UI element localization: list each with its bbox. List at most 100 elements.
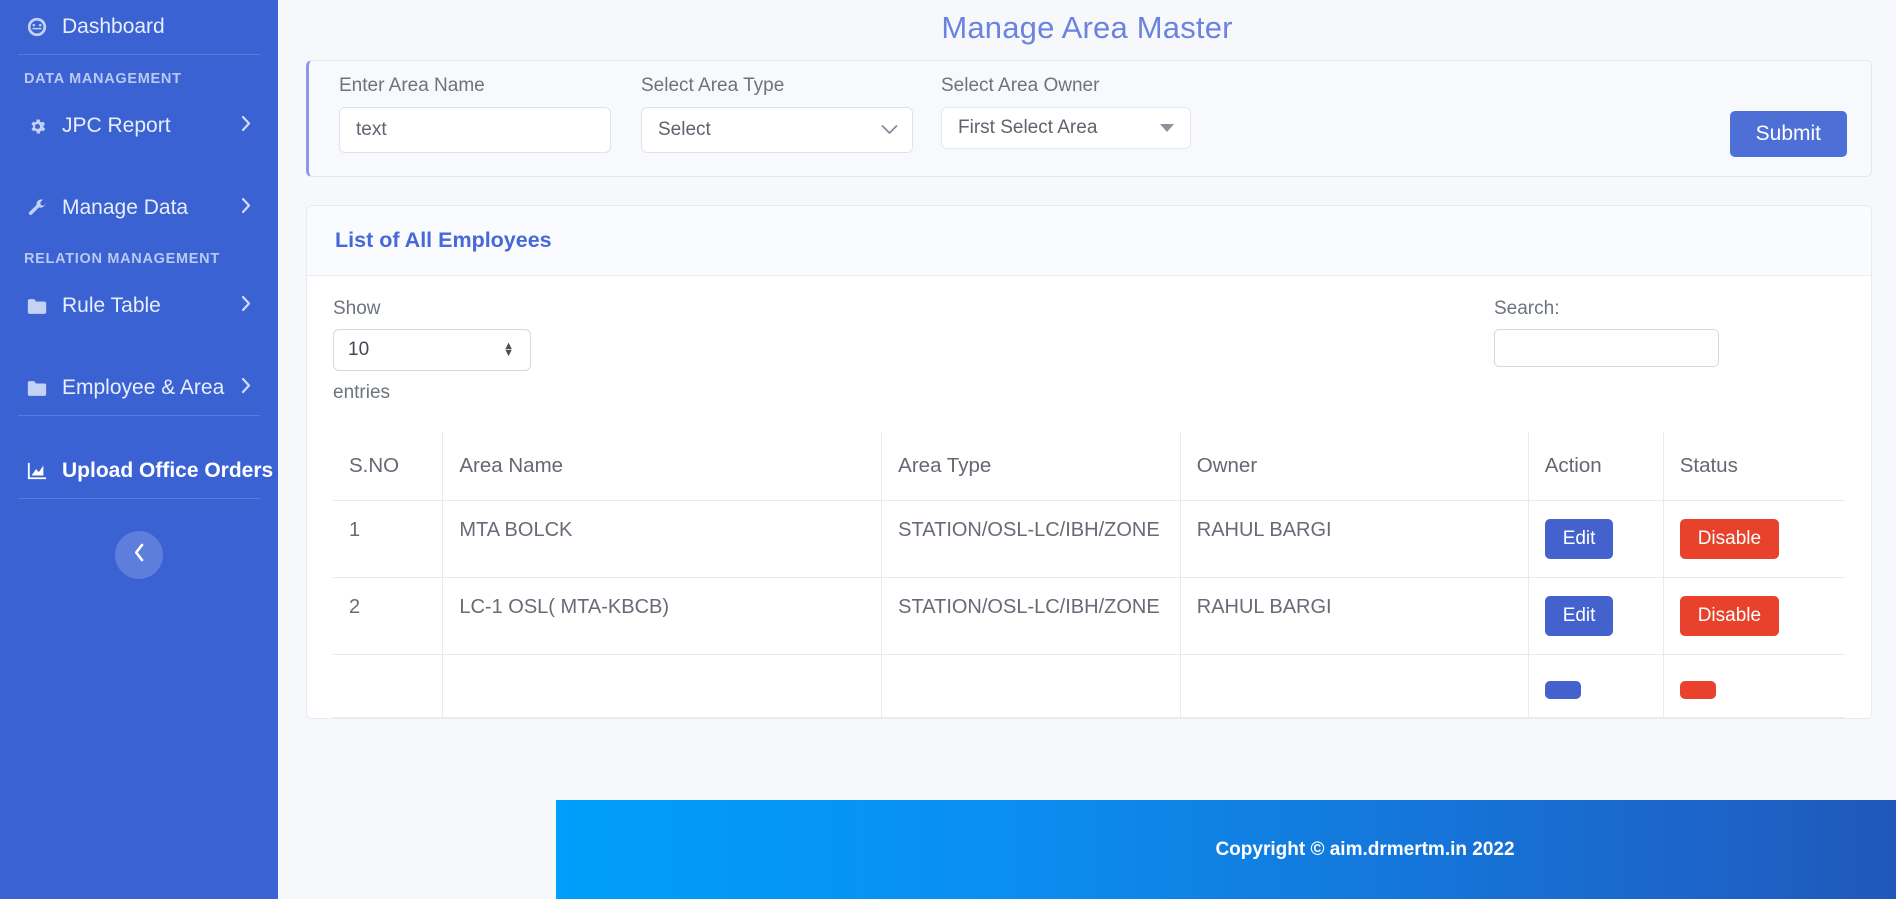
chevron-right-icon (241, 294, 252, 318)
sidebar-collapse-wrap (0, 499, 278, 579)
cell-owner: RAHUL BARGI (1180, 578, 1528, 655)
cell-area-name: MTA BOLCK (443, 501, 882, 578)
gauge-icon (24, 16, 50, 38)
sidebar-item-label: Manage Data (62, 196, 188, 220)
area-form-card: Enter Area Name text Select Area Type Se… (306, 60, 1872, 177)
chevron-right-icon (241, 196, 252, 220)
list-title: List of All Employees (335, 228, 552, 252)
sidebar-item-label: Rule Table (62, 294, 161, 318)
stepper-arrows-icon[interactable]: ▲▼ (503, 343, 514, 357)
list-card-body: Show 10 ▲▼ entries Search: (307, 276, 1871, 718)
folder-icon (24, 297, 50, 316)
chevron-down-icon (881, 119, 898, 141)
area-type-select[interactable]: Select (641, 107, 913, 153)
cell-area-name (443, 655, 882, 718)
cell-sno: 2 (333, 578, 443, 655)
table-header-row: S.NO Area Name Area Type Owner Action St… (333, 432, 1845, 501)
sidebar-section-data-management: DATA MANAGEMENT (0, 55, 278, 99)
folder-icon (24, 379, 50, 398)
table-row (333, 655, 1845, 718)
sidebar-section-relation-management: RELATION MANAGEMENT (0, 235, 278, 279)
copyright-text: Copyright © aim.drmertm.in 2022 (1215, 839, 1514, 861)
chevron-left-icon (133, 543, 146, 567)
sidebar-item-upload-office-orders[interactable]: Upload Office Orders (0, 444, 278, 498)
sidebar-item-label: Dashboard (62, 15, 165, 39)
chevron-right-icon (241, 114, 252, 138)
submit-wrap: Submit (1730, 75, 1847, 157)
edit-button[interactable]: Edit (1545, 519, 1614, 559)
wrench-icon (24, 198, 50, 219)
entries-per-page-select[interactable]: 10 ▲▼ (333, 329, 531, 371)
gear-icon (24, 117, 50, 136)
area-name-label: Enter Area Name (339, 75, 611, 97)
search-input[interactable] (1494, 329, 1719, 367)
cell-area-name: LC-1 OSL( MTA-KBCB) (443, 578, 882, 655)
table-body: 1 MTA BOLCK STATION/OSL-LC/IBH/ZONE RAHU… (333, 501, 1845, 718)
area-name-placeholder: text (356, 119, 387, 141)
cell-status: Disable (1663, 501, 1845, 578)
cell-owner: RAHUL BARGI (1180, 501, 1528, 578)
cell-action: Edit (1528, 501, 1663, 578)
cell-action (1528, 655, 1663, 718)
sidebar-item-label: Employee & Area (62, 376, 224, 400)
sidebar-item-dashboard[interactable]: Dashboard (0, 0, 278, 54)
sidebar-item-jpc-report[interactable]: JPC Report (0, 99, 278, 153)
disable-button[interactable]: Disable (1680, 596, 1779, 636)
table-controls: Show 10 ▲▼ entries Search: (333, 298, 1845, 404)
area-owner-value: First Select Area (958, 117, 1097, 139)
main-content: Manage Area Master Enter Area Name text … (278, 0, 1896, 899)
show-entries-control: Show 10 ▲▼ entries (333, 298, 531, 404)
field-area-name: Enter Area Name text (339, 75, 611, 153)
submit-button[interactable]: Submit (1730, 111, 1847, 157)
area-type-value: Select (658, 119, 711, 141)
edit-button[interactable] (1545, 681, 1581, 699)
sidebar-collapse-button[interactable] (115, 531, 163, 579)
page-footer: Copyright © aim.drmertm.in 2022 (556, 800, 1896, 899)
cell-sno: 1 (333, 501, 443, 578)
entries-per-page-value: 10 (348, 339, 369, 361)
employee-list-card: List of All Employees Show 10 ▲▼ entries (306, 205, 1872, 719)
area-name-input[interactable]: text (339, 107, 611, 153)
col-header-action: Action (1528, 432, 1663, 501)
col-header-status: Status (1663, 432, 1845, 501)
field-area-owner: Select Area Owner First Select Area (941, 75, 1191, 149)
area-owner-select[interactable]: First Select Area (941, 107, 1191, 149)
sidebar-item-manage-data[interactable]: Manage Data (0, 181, 278, 235)
chart-icon (24, 461, 50, 481)
cell-area-type (882, 655, 1181, 718)
sidebar: Dashboard DATA MANAGEMENT JPC Report (0, 0, 278, 899)
disable-button[interactable]: Disable (1680, 519, 1779, 559)
disable-button[interactable] (1680, 681, 1716, 699)
table-head: S.NO Area Name Area Type Owner Action St… (333, 432, 1845, 501)
cell-sno (333, 655, 443, 718)
sidebar-item-employee-and-area[interactable]: Employee & Area (0, 361, 278, 415)
sidebar-item-label: JPC Report (62, 114, 171, 138)
col-header-owner: Owner (1180, 432, 1528, 501)
cell-status: Disable (1663, 578, 1845, 655)
cell-area-type: STATION/OSL-LC/IBH/ZONE (882, 501, 1181, 578)
page-title: Manage Area Master (278, 0, 1896, 60)
col-header-sno: S.NO (333, 432, 443, 501)
field-area-type: Select Area Type Select (641, 75, 913, 153)
app-root: Dashboard DATA MANAGEMENT JPC Report (0, 0, 1896, 899)
col-header-area-name: Area Name (443, 432, 882, 501)
entries-label: entries (333, 382, 531, 404)
chevron-right-icon (241, 376, 252, 400)
cell-status (1663, 655, 1845, 718)
show-label: Show (333, 298, 531, 320)
search-control: Search: (1494, 298, 1719, 367)
col-header-area-type: Area Type (882, 432, 1181, 501)
search-label: Search: (1494, 298, 1719, 320)
table-row: 2 LC-1 OSL( MTA-KBCB) STATION/OSL-LC/IBH… (333, 578, 1845, 655)
cell-area-type: STATION/OSL-LC/IBH/ZONE (882, 578, 1181, 655)
sidebar-item-label: Upload Office Orders (62, 459, 273, 483)
employee-table: S.NO Area Name Area Type Owner Action St… (333, 432, 1845, 718)
area-type-label: Select Area Type (641, 75, 913, 97)
list-card-header: List of All Employees (307, 206, 1871, 276)
cell-owner (1180, 655, 1528, 718)
sidebar-item-rule-table[interactable]: Rule Table (0, 279, 278, 333)
area-owner-label: Select Area Owner (941, 75, 1191, 97)
table-row: 1 MTA BOLCK STATION/OSL-LC/IBH/ZONE RAHU… (333, 501, 1845, 578)
triangle-down-icon (1160, 124, 1174, 132)
edit-button[interactable]: Edit (1545, 596, 1614, 636)
